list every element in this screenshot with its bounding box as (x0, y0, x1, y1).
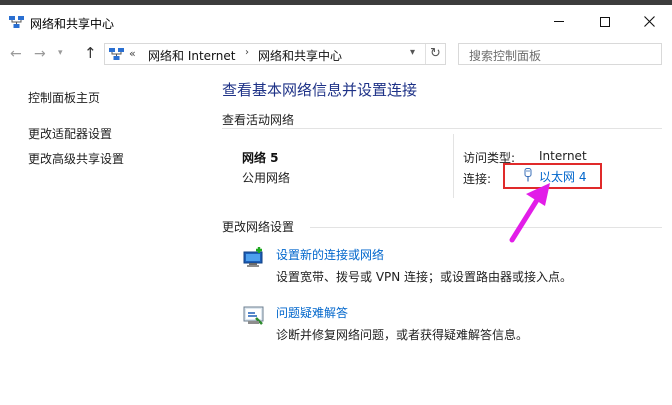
maximize-icon (600, 16, 610, 27)
troubleshoot-link[interactable]: 问题疑难解答 (276, 304, 348, 321)
change-advanced-sharing-link[interactable]: 更改高级共享设置 (28, 150, 124, 167)
minimize-button[interactable] (536, 5, 582, 38)
control-panel-network-icon (109, 48, 124, 60)
section-divider (222, 128, 662, 129)
up-button[interactable]: ↑ (84, 45, 97, 61)
section-divider (310, 227, 662, 228)
forward-button[interactable]: → (34, 46, 46, 62)
active-networks-heading: 查看活动网络 (222, 113, 295, 127)
connections-label: 连接: (463, 172, 492, 186)
network-center-icon (9, 16, 24, 28)
control-panel-home-link[interactable]: 控制面板主页 (28, 89, 100, 106)
page-title: 查看基本网络信息并设置连接 (222, 81, 418, 99)
breadcrumb-sharing-center[interactable]: 网络和共享中心 (258, 47, 342, 64)
refresh-icon: ↻ (430, 46, 441, 61)
close-button[interactable] (626, 5, 672, 38)
network-name: 网络 5 (242, 151, 279, 165)
network-category[interactable]: 公用网络 (242, 169, 290, 186)
setup-new-connection-description: 设置宽带、拨号或 VPN 连接；或设置路由器或接入点。 (276, 270, 573, 284)
vertical-divider (453, 134, 454, 198)
new-connection-icon (243, 247, 263, 267)
troubleshoot-description: 诊断并修复网络问题，或者获得疑难解答信息。 (276, 328, 529, 342)
title-bar[interactable]: 网络和共享中心 (0, 5, 672, 38)
recent-locations-button[interactable]: ▾ (58, 45, 63, 61)
close-icon (643, 16, 655, 27)
address-dropdown-button[interactable]: ▾ (410, 47, 415, 58)
back-button[interactable]: ← (10, 46, 22, 62)
change-settings-heading: 更改网络设置 (222, 220, 295, 234)
change-adapter-settings-link[interactable]: 更改适配器设置 (28, 125, 112, 142)
search-box[interactable]: 搜索控制面板 (458, 43, 662, 65)
main-content: 查看基本网络信息并设置连接 查看活动网络 网络 5 公用网络 访问类型: Int… (210, 72, 672, 405)
breadcrumb-network-internet[interactable]: 网络和 Internet (148, 47, 235, 64)
setup-new-connection-link[interactable]: 设置新的连接或网络 (276, 246, 384, 263)
refresh-button[interactable]: ↻ (425, 44, 445, 64)
highlight-box-annotation (503, 163, 602, 189)
left-pane: 控制面板主页 更改适配器设置 更改高级共享设置 (0, 72, 210, 405)
navigation-bar: ← → ▾ ↑ « 网络和 Internet › 网络和共享中心 ▾ ↻ 搜索控… (0, 38, 672, 72)
search-placeholder: 搜索控制面板 (469, 49, 542, 63)
access-type-value: Internet (539, 149, 587, 163)
address-overflow-chevron[interactable]: « (129, 47, 136, 60)
troubleshoot-icon (243, 306, 264, 325)
minimize-icon (554, 21, 564, 22)
address-bar[interactable]: « 网络和 Internet › 网络和共享中心 ▾ ↻ (104, 43, 446, 65)
window-title: 网络和共享中心 (30, 17, 115, 31)
breadcrumb-separator[interactable]: › (245, 47, 249, 58)
maximize-button[interactable] (582, 5, 628, 38)
